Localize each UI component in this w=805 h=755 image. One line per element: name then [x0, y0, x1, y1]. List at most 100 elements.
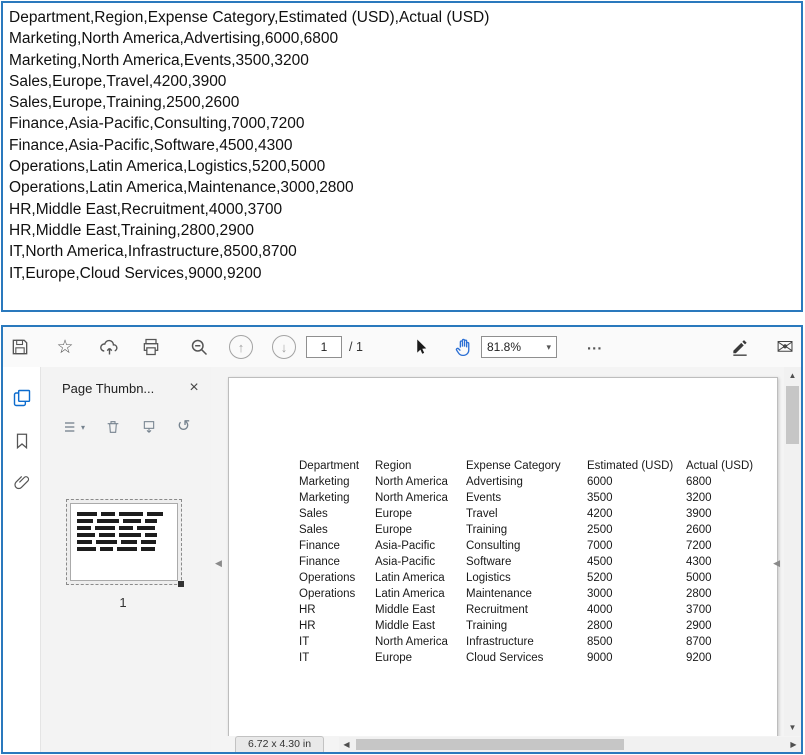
csv-line: Sales,Europe,Travel,4200,3900 [9, 71, 795, 92]
hand-tool-icon[interactable] [450, 334, 476, 360]
scroll-right-icon[interactable]: ▶ [786, 737, 801, 752]
page-thumbnail[interactable] [66, 499, 182, 585]
thumbnail-options-icon[interactable]: ▾ [63, 419, 85, 435]
table-row: HR Middle East Training 2800 2900 [299, 618, 766, 634]
header-region: Region [375, 458, 466, 474]
cell-estimated: 2500 [587, 522, 686, 538]
cell-actual: 5000 [686, 570, 766, 586]
email-icon[interactable]: ✉ [772, 334, 798, 360]
cell-department: HR [299, 618, 375, 634]
cell-expense-category: Training [466, 522, 587, 538]
cell-actual: 6800 [686, 474, 766, 490]
page-number-input[interactable] [306, 336, 342, 358]
csv-line: Operations,Latin America,Maintenance,300… [9, 177, 795, 198]
cell-actual: 8700 [686, 634, 766, 650]
left-icon-strip [3, 367, 41, 752]
cell-expense-category: Training [466, 618, 587, 634]
pdf-page: Department Region Expense Category Estim… [228, 377, 778, 736]
screenshot-root: Department,Region,Expense Category,Estim… [0, 0, 805, 755]
table-row: Sales Europe Travel 4200 3900 [299, 506, 766, 522]
page-number-box [306, 336, 342, 358]
scroll-left-icon[interactable]: ◀ [339, 737, 354, 752]
cell-expense-category: Cloud Services [466, 650, 587, 666]
page-thumbnails-icon[interactable] [9, 385, 35, 411]
thumbnail-preview [70, 503, 178, 581]
table-row: Operations Latin America Maintenance 300… [299, 586, 766, 602]
save-icon[interactable] [7, 334, 33, 360]
cell-estimated: 7000 [587, 538, 686, 554]
next-page-icon[interactable]: ↓ [271, 334, 297, 360]
cell-expense-category: Events [466, 490, 587, 506]
table-row: Finance Asia-Pacific Consulting 7000 720… [299, 538, 766, 554]
pdf-toolbar: ☆ ↑ [3, 327, 801, 368]
delete-pages-icon[interactable] [105, 419, 121, 435]
document-viewer[interactable]: Department Region Expense Category Estim… [211, 367, 784, 736]
thumbnails-panel-title: Page Thumbn... [62, 381, 185, 396]
cell-estimated: 5200 [587, 570, 686, 586]
csv-line: Operations,Latin America,Logistics,5200,… [9, 156, 795, 177]
cell-department: IT [299, 634, 375, 650]
zoom-out-icon[interactable] [186, 334, 212, 360]
vertical-scrollbar[interactable]: ▲ ▼ [784, 367, 801, 736]
extract-pages-icon[interactable] [141, 419, 157, 435]
csv-text-area: Department,Region,Expense Category,Estim… [9, 7, 795, 284]
scroll-up-icon[interactable]: ▲ [784, 367, 801, 384]
horizontal-scrollbar-thumb[interactable] [356, 739, 624, 750]
cell-actual: 9200 [686, 650, 766, 666]
csv-line: Marketing,North America,Events,3500,3200 [9, 50, 795, 71]
down-arrow-glyph: ↓ [281, 341, 288, 354]
cell-region: Europe [375, 506, 466, 522]
cell-region: Latin America [375, 570, 466, 586]
zoom-level-dropdown[interactable]: 81.8% ▾ [481, 336, 557, 358]
cell-expense-category: Advertising [466, 474, 587, 490]
cell-estimated: 4200 [587, 506, 686, 522]
collapse-left-pane-icon[interactable]: ◀ [215, 559, 222, 568]
table-body: Marketing North America Advertising 6000… [299, 474, 766, 666]
thumbnails-panel-header: Page Thumbn... × [41, 379, 203, 397]
cell-actual: 3700 [686, 602, 766, 618]
cell-region: Middle East [375, 602, 466, 618]
cell-estimated: 4000 [587, 602, 686, 618]
previous-page-icon[interactable]: ↑ [228, 334, 254, 360]
cell-actual: 7200 [686, 538, 766, 554]
cloud-upload-icon[interactable] [96, 334, 122, 360]
cell-expense-category: Maintenance [466, 586, 587, 602]
cell-region: North America [375, 634, 466, 650]
csv-editor-panel[interactable]: Department,Region,Expense Category,Estim… [1, 1, 803, 312]
cell-actual: 4300 [686, 554, 766, 570]
cell-department: Sales [299, 522, 375, 538]
select-tool-icon[interactable] [408, 334, 434, 360]
print-icon[interactable] [138, 334, 164, 360]
header-department: Department [299, 458, 375, 474]
collapse-right-pane-icon[interactable]: ◀ [773, 559, 780, 568]
horizontal-scrollbar[interactable]: ◀ ▶ [339, 737, 801, 752]
scroll-down-icon[interactable]: ▼ [784, 719, 801, 736]
cell-expense-category: Logistics [466, 570, 587, 586]
cell-estimated: 4500 [587, 554, 686, 570]
cell-actual: 2900 [686, 618, 766, 634]
table-row: Operations Latin America Logistics 5200 … [299, 570, 766, 586]
cell-region: North America [375, 474, 466, 490]
bookmarks-icon[interactable] [9, 428, 35, 454]
attachments-icon[interactable] [9, 469, 35, 495]
zoom-level-value: 81.8% [487, 340, 521, 354]
cell-estimated: 8500 [587, 634, 686, 650]
cell-department: Marketing [299, 474, 375, 490]
document-table: Department Region Expense Category Estim… [299, 458, 766, 666]
table-row: Sales Europe Training 2500 2600 [299, 522, 766, 538]
cell-actual: 3900 [686, 506, 766, 522]
cell-estimated: 6000 [587, 474, 686, 490]
cell-region: Europe [375, 650, 466, 666]
star-icon[interactable]: ☆ [52, 334, 78, 360]
cell-estimated: 3500 [587, 490, 686, 506]
close-icon[interactable]: × [185, 379, 203, 397]
header-expense-category: Expense Category [466, 458, 587, 474]
table-row: IT North America Infrastructure 8500 870… [299, 634, 766, 650]
rotate-pages-icon[interactable]: ↺ [177, 419, 190, 435]
more-tools-icon[interactable]: ... [587, 337, 603, 354]
cell-region: North America [375, 490, 466, 506]
cell-estimated: 9000 [587, 650, 686, 666]
fill-sign-pen-icon[interactable] [727, 334, 753, 360]
chevron-down-icon: ▾ [546, 342, 551, 353]
vertical-scrollbar-thumb[interactable] [786, 386, 799, 444]
